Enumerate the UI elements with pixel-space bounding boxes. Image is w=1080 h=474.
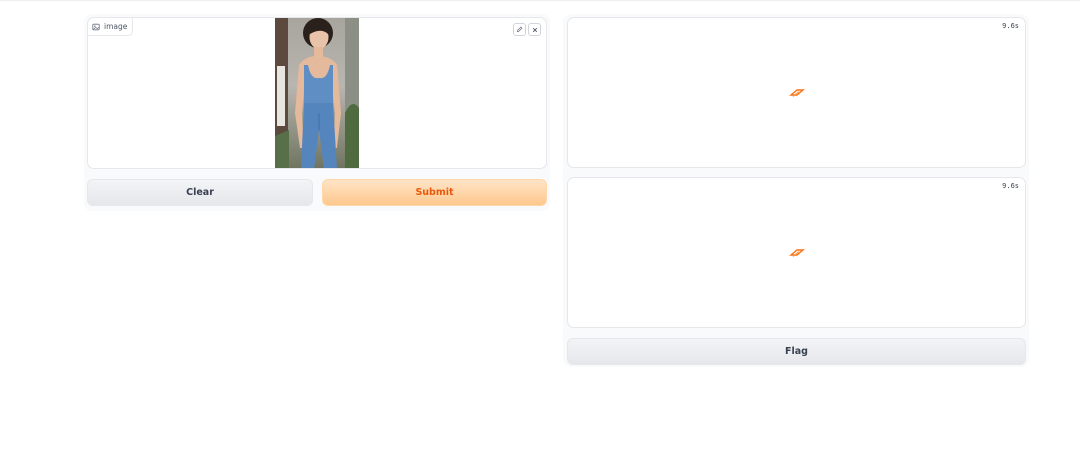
output-2: 9.6s — [567, 177, 1026, 328]
output-1: 9.6s — [567, 17, 1026, 168]
edit-button[interactable] — [513, 23, 526, 36]
image-label-chip: image — [88, 18, 134, 36]
clear-button[interactable]: Clear — [87, 179, 313, 206]
top-divider — [0, 0, 1080, 1]
remove-image-button[interactable] — [528, 23, 541, 36]
output-1-timer: 9.6s — [1002, 22, 1019, 30]
image-icon — [92, 23, 100, 30]
image-input[interactable]: image — [87, 17, 547, 169]
pencil-icon — [516, 26, 523, 33]
close-icon — [532, 27, 537, 32]
image-label: image — [104, 22, 128, 31]
submit-button[interactable]: Submit — [322, 179, 547, 206]
image-preview — [275, 18, 359, 168]
flag-button[interactable]: Flag — [567, 338, 1026, 365]
output-2-timer: 9.6s — [1002, 182, 1019, 190]
loading-spinner-icon — [788, 248, 805, 257]
loading-spinner-icon — [788, 88, 805, 97]
